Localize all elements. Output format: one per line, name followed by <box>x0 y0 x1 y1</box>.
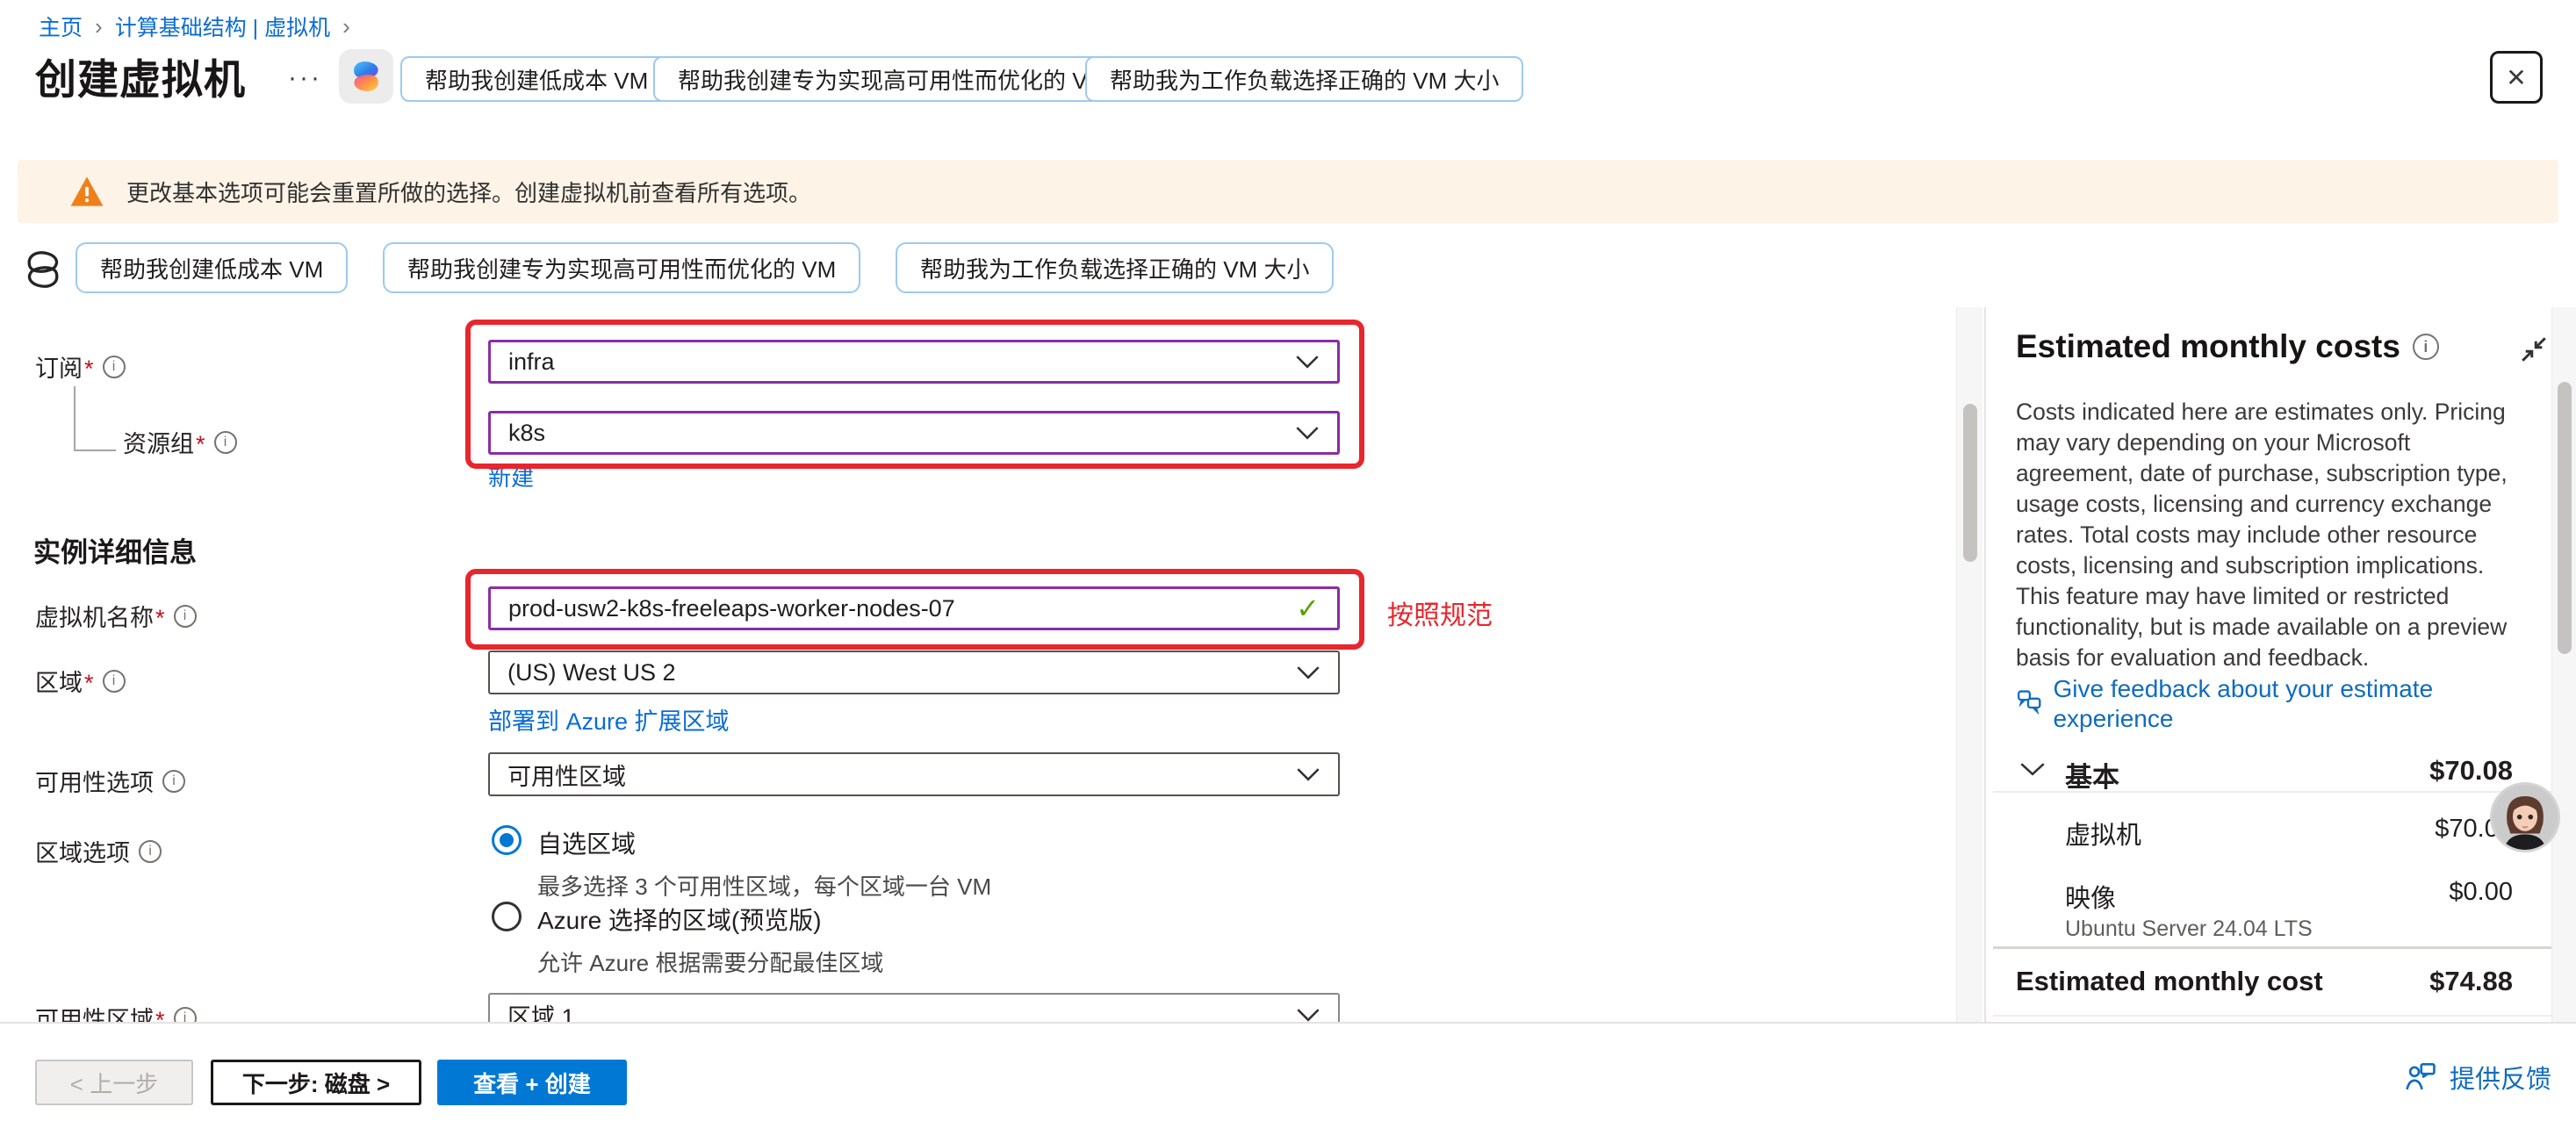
breadcrumb: 主页 计算基础结构 | 虚拟机 <box>39 11 350 42</box>
divider <box>1993 791 2576 793</box>
chevron-down-icon <box>1296 1008 1320 1023</box>
zone-options-label: 区域选项 <box>35 834 162 868</box>
create-vm-page: 主页 计算基础结构 | 虚拟机 创建虚拟机 帮助我创建低成本 VM 帮助我创建专… <box>0 0 2576 1143</box>
feedback-person-icon <box>2404 1062 2437 1092</box>
close-button[interactable] <box>2490 51 2543 104</box>
subscription-label: 订阅 <box>35 349 126 384</box>
breadcrumb-home-link[interactable]: 主页 <box>39 11 83 42</box>
chevron-down-icon <box>1295 426 1320 441</box>
info-icon[interactable] <box>214 431 237 454</box>
resource-group-label: 资源组 <box>123 425 237 459</box>
info-icon[interactable] <box>162 770 185 793</box>
copilot-icon <box>347 57 385 96</box>
give-feedback-link[interactable]: 提供反馈 <box>2404 1059 2551 1096</box>
vm-name-label: 虚拟机名称 <box>35 599 197 633</box>
radio-unselected-icon[interactable] <box>492 902 522 931</box>
breadcrumb-section-link[interactable]: 计算基础结构 | 虚拟机 <box>115 11 330 42</box>
radio-selected-icon[interactable] <box>492 825 522 855</box>
warning-banner: 更改基本选项可能会重置所做的选择。创建虚拟机前查看所有选项。 <box>18 160 2558 223</box>
overflow-menu-icon[interactable] <box>288 63 322 93</box>
info-icon[interactable] <box>103 356 126 378</box>
cost-panel-description: Costs indicated here are estimates only.… <box>2016 397 2523 673</box>
info-icon[interactable] <box>139 840 162 863</box>
cost-item-label: 映像 <box>2065 878 2116 915</box>
divider <box>1993 1015 2576 1017</box>
resource-group-value: k8s <box>508 420 545 447</box>
warning-text: 更改基本选项可能会重置所做的选择。创建虚拟机前查看所有选项。 <box>126 176 811 208</box>
panel-divider <box>1984 307 1986 1022</box>
total-cost-label: Estimated monthly cost <box>2016 966 2323 997</box>
edge-zone-link[interactable]: 部署到 Azure 扩展区域 <box>488 702 730 737</box>
region-label: 区域 <box>35 664 126 698</box>
cost-item-amount: $0.00 <box>2449 878 2513 907</box>
panel-scrollbar-track[interactable] <box>2551 307 2576 1022</box>
collapse-panel-icon[interactable] <box>2518 334 2550 365</box>
radio-description: 允许 Azure 根据需要分配最佳区域 <box>537 945 883 978</box>
region-value: (US) West US 2 <box>507 659 676 687</box>
tree-connector <box>74 386 116 451</box>
avatar-image <box>2493 785 2558 850</box>
cost-panel-title: Estimated monthly costs <box>2016 328 2439 365</box>
valid-check-icon: ✓ <box>1296 592 1320 625</box>
chevron-down-icon <box>1296 665 1320 680</box>
instance-details-heading: 实例详细信息 <box>33 530 197 570</box>
panel-scrollbar-thumb[interactable] <box>2558 382 2572 654</box>
cost-item-label: 虚拟机 <box>2065 815 2141 852</box>
annotation-note: 按照规范 <box>1387 593 1493 632</box>
create-new-link[interactable]: 新建 <box>488 460 534 492</box>
subscription-value: infra <box>508 349 555 376</box>
chevron-right-icon <box>95 13 103 40</box>
cost-group-amount: $70.08 <box>2429 755 2513 787</box>
vm-name-value: prod-usw2-k8s-freeleaps-worker-nodes-07 <box>508 595 955 622</box>
main-scrollbar-thumb[interactable] <box>1963 404 1977 562</box>
expander-chevron-icon[interactable] <box>2019 760 2046 778</box>
cost-item-subtitle: Ubuntu Server 24.04 LTS <box>2065 917 2313 942</box>
availability-options-value: 可用性区域 <box>507 758 626 792</box>
vm-name-input[interactable]: prod-usw2-k8s-freeleaps-worker-nodes-07 … <box>488 586 1340 630</box>
review-create-button[interactable]: 查看 + 创建 <box>437 1060 627 1105</box>
copilot-chip-low-cost[interactable]: 帮助我创建低成本 VM <box>400 56 673 102</box>
cost-group-label: 基本 <box>2065 755 2119 794</box>
feedback-bubbles-icon <box>2016 687 2042 716</box>
radio-label: 自选区域 <box>537 825 991 860</box>
previous-step-button[interactable]: < 上一步 <box>35 1060 193 1105</box>
copilot-chip-high-availability[interactable]: 帮助我创建专为实现高可用性而优化的 VM <box>653 56 1131 102</box>
avatar <box>2490 782 2560 852</box>
warning-icon <box>68 173 105 210</box>
radio-label: Azure 选择的区域(预览版) <box>537 902 883 937</box>
estimate-feedback-link[interactable]: Give feedback about your estimate experi… <box>2016 674 2508 734</box>
radio-self-selected-zones[interactable]: 自选区域 最多选择 3 个可用性区域，每个区域一台 VM <box>492 825 991 902</box>
chevron-down-icon <box>1295 355 1320 370</box>
next-step-disks-button[interactable]: 下一步: 磁盘 > <box>211 1060 421 1105</box>
total-cost-amount: $74.88 <box>2429 966 2513 997</box>
page-title: 创建虚拟机 <box>35 46 246 106</box>
region-dropdown[interactable]: (US) West US 2 <box>488 651 1340 694</box>
radio-description: 最多选择 3 个可用性区域，每个区域一台 VM <box>537 869 991 902</box>
info-icon[interactable] <box>103 670 126 693</box>
subscription-dropdown[interactable]: infra <box>488 340 1340 384</box>
info-icon[interactable] <box>174 605 197 628</box>
info-icon[interactable] <box>2413 334 2439 360</box>
availability-options-dropdown[interactable]: 可用性区域 <box>488 752 1340 796</box>
chevron-down-icon <box>1296 767 1320 782</box>
copilot-chip-vm-size[interactable]: 帮助我为工作负载选择正确的 VM 大小 <box>896 242 1334 293</box>
resource-group-dropdown[interactable]: k8s <box>488 411 1340 455</box>
copilot-chip-high-availability[interactable]: 帮助我创建专为实现高可用性而优化的 VM <box>383 242 860 293</box>
copilot-chip-low-cost[interactable]: 帮助我创建低成本 VM <box>76 242 348 293</box>
availability-options-label: 可用性选项 <box>35 764 185 798</box>
copilot-chip-vm-size[interactable]: 帮助我为工作负载选择正确的 VM 大小 <box>1085 56 1523 102</box>
chevron-right-icon <box>342 13 350 40</box>
divider <box>1993 946 2576 949</box>
main-scrollbar-track[interactable] <box>1956 307 1982 1022</box>
copilot-button[interactable] <box>339 49 393 104</box>
footer-bar: < 上一步 下一步: 磁盘 > 查看 + 创建 提供反馈 <box>0 1022 2576 1143</box>
copilot-outline-icon <box>21 248 65 291</box>
radio-azure-selected-zones[interactable]: Azure 选择的区域(预览版) 允许 Azure 根据需要分配最佳区域 <box>492 902 883 978</box>
